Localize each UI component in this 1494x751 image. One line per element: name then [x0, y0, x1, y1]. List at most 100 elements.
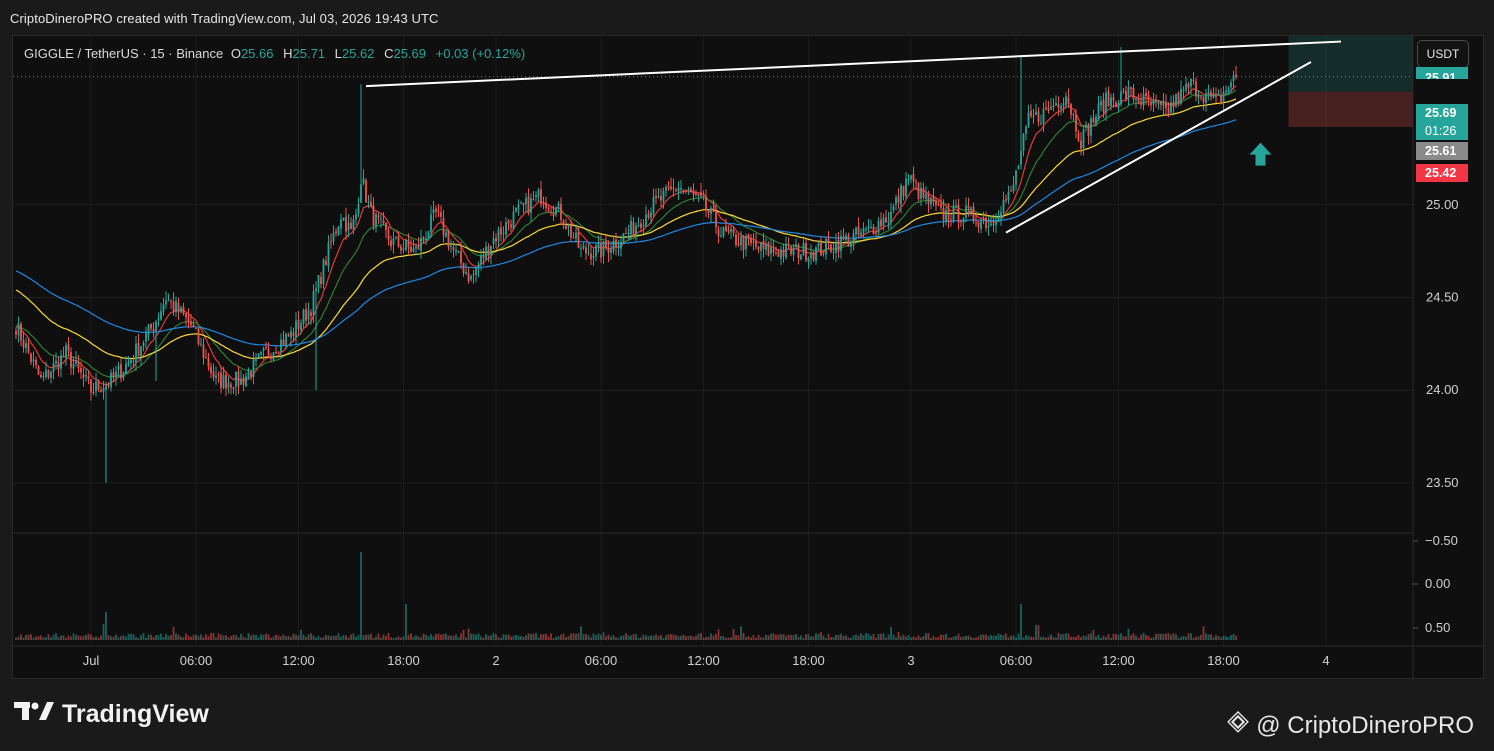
- candle-body: [95, 381, 97, 392]
- candle-body: [175, 301, 177, 313]
- candle-body: [637, 224, 640, 226]
- candle-body: [57, 361, 60, 370]
- volume-bar: [1142, 632, 1145, 640]
- volume-bar: [355, 636, 357, 640]
- volume-bar: [1022, 637, 1025, 640]
- volume-bar: [307, 634, 310, 640]
- candle-body: [750, 237, 752, 244]
- volume-bar: [315, 637, 317, 640]
- candle-body: [965, 205, 967, 218]
- volume-bar: [135, 636, 137, 640]
- chart-panel[interactable]: 25.00 24.50 24.00 23.50 −0.50 0.00 0.50 Jul 06:0…: [12, 35, 1484, 679]
- candles: [15, 47, 1237, 483]
- volume-bar: [1170, 634, 1172, 640]
- candle-body: [602, 241, 605, 256]
- candle-body: [1082, 129, 1085, 149]
- candle-body: [687, 189, 690, 191]
- candle-body: [542, 203, 545, 205]
- candle-body: [825, 239, 827, 255]
- volume-bar: [1030, 636, 1032, 640]
- volume-bar: [280, 636, 282, 640]
- candle-body: [795, 244, 797, 247]
- candle-body: [812, 252, 815, 260]
- candle-body: [300, 322, 302, 331]
- currency-button[interactable]: USDT: [1417, 40, 1469, 68]
- volume-bar: [772, 633, 775, 640]
- volume-bar: [390, 637, 392, 640]
- volume-bar: [760, 637, 762, 640]
- volume-bar: [27, 634, 30, 640]
- candle-body: [832, 251, 835, 253]
- candle-body: [140, 346, 142, 357]
- volume-bar: [1152, 637, 1155, 640]
- candle-body: [260, 351, 262, 355]
- symbol-label[interactable]: GIGGLE / TetherUS · 15 · Binance: [24, 46, 223, 61]
- candle-body: [297, 319, 300, 330]
- candle-body: [375, 213, 377, 227]
- candle-body: [247, 370, 250, 377]
- candle-body: [1205, 93, 1207, 103]
- candle-body: [1037, 111, 1040, 123]
- candle-body: [520, 202, 522, 204]
- candle-body: [805, 242, 807, 261]
- candle-body: [200, 343, 202, 345]
- candle-body: [957, 204, 960, 223]
- candle-body: [402, 248, 405, 251]
- candle-body: [1157, 102, 1160, 104]
- candle-body: [310, 312, 312, 316]
- candle-body: [875, 233, 877, 235]
- tradingview-name: TradingView: [62, 700, 209, 728]
- candle-body: [1195, 81, 1197, 97]
- volume-bar: [380, 637, 382, 640]
- candle-body: [50, 372, 52, 378]
- candle-body: [1105, 92, 1107, 113]
- candle-body: [555, 207, 557, 215]
- candle-body: [655, 195, 657, 198]
- symbol-legend: GIGGLE / TetherUS · 15 · Binance O25.66 …: [24, 46, 531, 61]
- volume-bar: [47, 634, 50, 640]
- price-chart[interactable]: 25.00 24.50 24.00 23.50 −0.50 0.00 0.50 Jul 06:0…: [13, 36, 1483, 678]
- volume-bar: [1175, 634, 1177, 640]
- volume-bar: [822, 635, 825, 640]
- volume-bar: [472, 634, 475, 640]
- candle-body: [385, 222, 387, 230]
- volume-bar: [605, 636, 607, 640]
- candle-body: [1100, 101, 1102, 106]
- volume-bar: [962, 636, 965, 640]
- candle-body: [145, 333, 147, 342]
- candle-body: [670, 186, 672, 189]
- candle-body: [732, 229, 735, 234]
- candle-body: [1142, 94, 1145, 106]
- candle-body: [665, 186, 667, 191]
- candle-body: [630, 220, 632, 235]
- candle-body: [657, 196, 660, 198]
- candle-body: [287, 334, 290, 337]
- volume-bar: [957, 633, 960, 640]
- volume-bar: [1052, 637, 1055, 640]
- volume-bar: [370, 633, 372, 640]
- volume-bar: [517, 635, 520, 640]
- volume-bar: [107, 635, 110, 640]
- volume-bar: [415, 635, 417, 640]
- candle-body: [885, 217, 887, 223]
- volume-bar: [900, 636, 902, 640]
- chart-caption: CriptoDineroPRO created with TradingView…: [10, 11, 439, 26]
- candle-body: [115, 371, 117, 378]
- candle-body: [532, 198, 535, 200]
- volume-bar: [242, 636, 245, 640]
- candle-body: [1160, 101, 1162, 105]
- candle-body: [1040, 122, 1042, 124]
- volume-bar: [770, 633, 772, 640]
- volume-bar: [907, 635, 910, 640]
- candle-body: [770, 247, 772, 254]
- candle-body: [110, 372, 112, 388]
- volume-tick-label: 0.00: [1425, 576, 1450, 591]
- candle-body: [262, 348, 265, 351]
- candle-body: [527, 196, 530, 214]
- candle-body: [350, 222, 352, 229]
- volume-bar: [1182, 635, 1185, 640]
- time-tick-label: 06:00: [180, 653, 213, 668]
- candle-body: [437, 210, 440, 213]
- volume-bar: [575, 633, 577, 640]
- volume-bar: [507, 634, 510, 640]
